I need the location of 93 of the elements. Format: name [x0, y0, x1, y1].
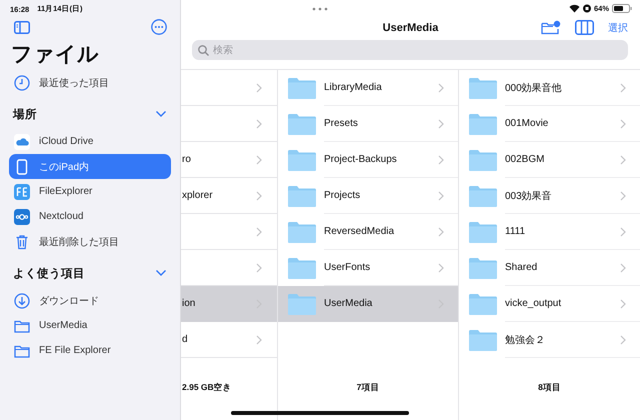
- folder-icon: [14, 318, 30, 332]
- chevron-icon: [438, 154, 444, 164]
- chevron-icon[interactable]: [155, 269, 167, 277]
- folder-icon: [288, 149, 316, 171]
- sidebar-item[interactable]: iCloud Drive: [9, 129, 171, 154]
- folder-icon: [288, 185, 316, 207]
- chevron-icon: [256, 226, 262, 236]
- cloud-app-icon: [14, 208, 30, 224]
- sidebar-icon[interactable]: [14, 20, 30, 34]
- chevron-icon: [256, 82, 262, 92]
- chevron-icon: [620, 118, 626, 128]
- folder-icon: [288, 221, 316, 243]
- folder-icon: [469, 77, 497, 99]
- chevron-icon: [438, 118, 444, 128]
- chevron-icon[interactable]: [155, 110, 167, 118]
- chevron-icon: [256, 262, 262, 272]
- item-count: 7項目: [356, 382, 380, 394]
- file-row[interactable]: 000効果音他: [459, 70, 640, 106]
- chevron-icon: [620, 334, 626, 344]
- chevron-icon: [256, 118, 262, 128]
- file-row[interactable]: 003効果音: [459, 178, 640, 214]
- file-row[interactable]: Projects: [278, 178, 458, 214]
- chevron-icon: [620, 298, 626, 308]
- sidebar-item[interactable]: Nextcloud: [9, 204, 171, 229]
- wifi-icon: [568, 4, 580, 14]
- app-icon: [14, 184, 30, 200]
- chevron-icon: [438, 226, 444, 236]
- file-row[interactable]: 001Movie: [459, 106, 640, 142]
- cloud-icon: [14, 134, 30, 150]
- folder-icon: [469, 293, 497, 315]
- sidebar-title: ファイル: [10, 42, 100, 68]
- lock-icon: [582, 4, 591, 14]
- search-field[interactable]: 検索: [192, 40, 628, 60]
- download-icon: [14, 292, 30, 308]
- file-row[interactable]: 002BGM: [459, 142, 640, 178]
- chevron-icon: [620, 262, 626, 272]
- search-input[interactable]: 検索: [213, 44, 622, 56]
- battery-icon: [612, 4, 632, 14]
- chevron-icon: [620, 190, 626, 200]
- chevron-icon: [438, 82, 444, 92]
- file-row[interactable]: ReversedMedia: [278, 214, 458, 250]
- clock-icon: [14, 74, 30, 90]
- more-icon[interactable]: [151, 19, 167, 35]
- file-row[interactable]: ro: [181, 142, 277, 178]
- file-row[interactable]: vicke_output: [459, 286, 640, 322]
- chevron-icon: [438, 190, 444, 200]
- columns-icon[interactable]: [575, 20, 594, 36]
- chevron-icon: [256, 154, 262, 164]
- chevron-icon: [620, 226, 626, 236]
- search-icon: [198, 44, 209, 56]
- folder-icon: [288, 113, 316, 135]
- sidebar-item[interactable]: このiPad内: [9, 154, 171, 179]
- file-row[interactable]: 1111: [459, 214, 640, 250]
- item-count: 2.95 GB空き: [182, 382, 232, 394]
- file-row[interactable]: 勉強会２: [459, 322, 640, 358]
- file-row[interactable]: ion: [181, 286, 277, 322]
- chevron-icon: [256, 334, 262, 344]
- file-row[interactable]: LibraryMedia: [278, 70, 458, 106]
- sidebar-item[interactable]: FE File Explorer: [9, 338, 171, 363]
- folder-icon: [469, 221, 497, 243]
- section-header: よく使う項目: [13, 266, 85, 280]
- new-folder-icon[interactable]: [541, 20, 561, 36]
- file-row[interactable]: d: [181, 322, 277, 358]
- folder-icon: [469, 149, 497, 171]
- tablet-icon: [14, 158, 30, 174]
- folder-icon: [469, 185, 497, 207]
- chevron-icon: [620, 154, 626, 164]
- trash-icon: [14, 234, 30, 250]
- folder-title: UserMedia: [382, 22, 438, 34]
- sidebar-item[interactable]: FileExplorer: [9, 179, 171, 204]
- folder-icon: [288, 257, 316, 279]
- chevron-icon: [620, 82, 626, 92]
- file-row[interactable]: Project-Backups: [278, 142, 458, 178]
- folder-icon: [469, 329, 497, 351]
- sidebar-item[interactable]: UserMedia: [9, 313, 171, 338]
- sidebar-item[interactable]: 最近削除した項目: [9, 229, 171, 254]
- chevron-icon: [256, 190, 262, 200]
- file-row[interactable]: UserMedia: [278, 286, 458, 322]
- folder-icon: [469, 257, 497, 279]
- folder-icon: [288, 293, 316, 315]
- folder-icon: [14, 344, 30, 358]
- sidebar-item[interactable]: 最近使った項目: [9, 70, 171, 95]
- file-row[interactable]: Presets: [278, 106, 458, 142]
- sidebar-item[interactable]: ダウンロード: [9, 288, 171, 313]
- section-header: 場所: [13, 107, 37, 122]
- chevron-icon: [438, 262, 444, 272]
- multitask-icon[interactable]: [312, 6, 328, 11]
- select-button[interactable]: 選択: [608, 20, 628, 35]
- folder-icon: [469, 113, 497, 135]
- file-row[interactable]: xplorer: [181, 178, 277, 214]
- folder-icon: [288, 77, 316, 99]
- item-count: 8項目: [538, 382, 561, 394]
- file-row[interactable]: Shared: [459, 250, 640, 286]
